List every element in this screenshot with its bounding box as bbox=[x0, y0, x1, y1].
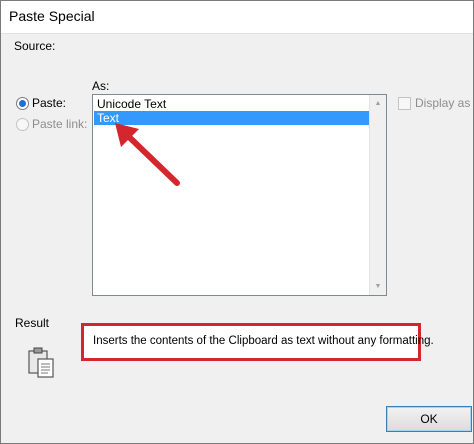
source-label: Source: bbox=[14, 39, 56, 53]
ok-button-label: OK bbox=[420, 412, 438, 426]
paste-link-radio[interactable] bbox=[16, 118, 29, 131]
scroll-up-arrow-icon[interactable]: ▲ bbox=[370, 95, 386, 112]
title-bar: Paste Special bbox=[1, 1, 473, 34]
list-item-unicode-text[interactable]: Unicode Text bbox=[94, 97, 369, 111]
display-as-icon-label[interactable]: Display as icon bbox=[415, 96, 473, 110]
ok-button[interactable]: OK bbox=[386, 406, 472, 432]
result-label: Result bbox=[15, 316, 50, 330]
scroll-down-arrow-icon[interactable]: ▼ bbox=[370, 278, 386, 295]
window-title: Paste Special bbox=[9, 8, 95, 24]
as-label: As: bbox=[92, 79, 110, 93]
paste-radio[interactable] bbox=[16, 97, 29, 110]
display-as-icon-checkbox[interactable] bbox=[398, 97, 411, 110]
listbox-scrollbar[interactable]: ▲ ▼ bbox=[369, 95, 386, 295]
result-description-box: Inserts the contents of the Clipboard as… bbox=[81, 323, 434, 361]
annotation-arrow bbox=[115, 123, 180, 186]
result-description: Inserts the contents of the Clipboard as… bbox=[93, 335, 434, 347]
paste-link-radio-label[interactable]: Paste link: bbox=[32, 117, 87, 131]
paste-radio-label[interactable]: Paste: bbox=[32, 96, 66, 110]
clipboard-icon bbox=[28, 347, 54, 378]
paste-special-dialog: Paste Special Source: As: Paste: Paste l… bbox=[0, 0, 474, 444]
